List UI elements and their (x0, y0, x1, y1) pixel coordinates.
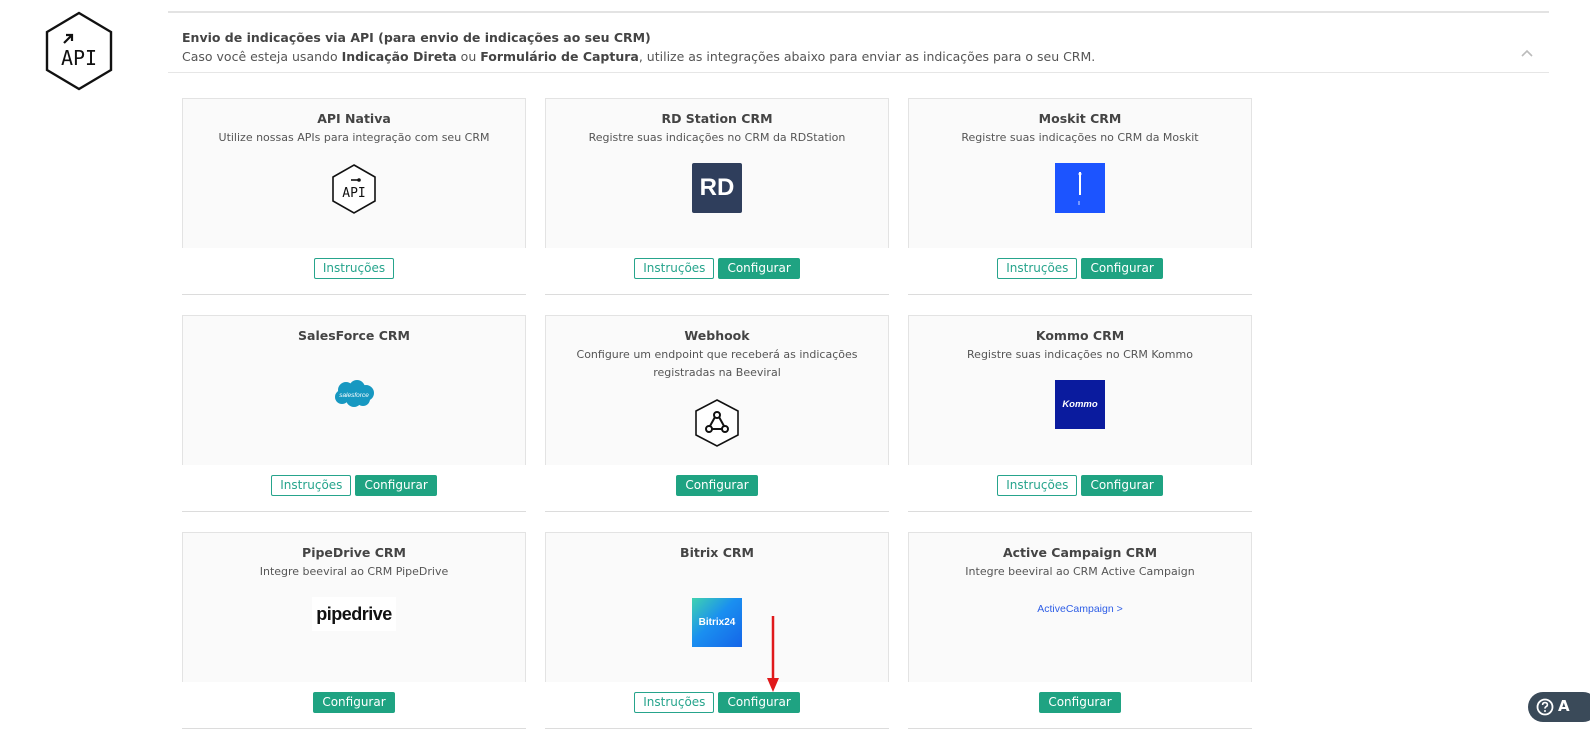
card-actions: Instruções Configurar (908, 475, 1252, 496)
card-rd-station: RD Station CRM Registre suas indicações … (545, 98, 889, 295)
webhook-logo-icon (695, 399, 739, 447)
api-icon-text: API (61, 46, 97, 70)
card-description: Registre suas indicações no CRM Kommo (967, 348, 1193, 361)
card-salesforce: SalesForce CRM salesforce Instruções Con… (182, 315, 526, 512)
card-body: Active Campaign CRM Integre beeviral ao … (908, 532, 1252, 682)
instructions-button[interactable]: Instruções (313, 258, 395, 279)
instructions-button[interactable]: Instruções (634, 258, 715, 279)
configure-button[interactable]: Configurar (313, 692, 395, 713)
configure-button[interactable]: Configurar (1081, 258, 1163, 279)
help-button[interactable]: A (1528, 692, 1590, 722)
card-title: Kommo CRM (1035, 328, 1125, 343)
configure-button[interactable]: Configurar (355, 475, 437, 496)
pipedrive-logo: pipedrive (312, 597, 396, 631)
card-body: Webhook Configure um endpoint que recebe… (545, 315, 889, 465)
rd-station-logo: RD (692, 163, 742, 213)
card-actions: Instruções Configurar (908, 258, 1252, 279)
api-logo-icon: API (332, 164, 376, 214)
card-title: API Nativa (317, 111, 391, 126)
card-bitrix: Bitrix CRM Bitrix24 Instruções Configura… (545, 532, 889, 729)
card-description: Configure um endpoint que receberá as in… (576, 348, 858, 379)
card-divider (545, 511, 889, 512)
question-circle-icon (1536, 698, 1554, 716)
desc-bold-form: Formulário de Captura (480, 49, 639, 64)
card-actions: Instruções Configurar (545, 258, 889, 279)
configure-button[interactable]: Configurar (1081, 475, 1163, 496)
card-divider (908, 511, 1252, 512)
card-divider (908, 728, 1252, 729)
card-title: Bitrix CRM (680, 545, 754, 560)
card-divider (182, 511, 526, 512)
card-body: RD Station CRM Registre suas indicações … (545, 98, 889, 248)
annotation-arrow-icon (767, 616, 779, 692)
card-kommo: Kommo CRM Registre suas indicações no CR… (908, 315, 1252, 512)
instructions-button[interactable]: Instruções (997, 475, 1078, 496)
bitrix24-logo: Bitrix24 (692, 598, 742, 647)
salesforce-logo-text: salesforce (339, 392, 369, 399)
card-active-campaign: Active Campaign CRM Integre beeviral ao … (908, 532, 1252, 729)
card-divider (182, 728, 526, 729)
card-title: Webhook (684, 328, 750, 343)
card-body: Bitrix CRM Bitrix24 (545, 532, 889, 682)
configure-button[interactable]: Configurar (1039, 692, 1121, 713)
card-divider (182, 294, 526, 295)
card-description: Utilize nossas APIs para integração com … (218, 131, 490, 144)
card-title: SalesForce CRM (298, 328, 410, 343)
card-actions: Configurar (182, 692, 526, 713)
card-webhook: Webhook Configure um endpoint que recebe… (545, 315, 889, 512)
chevron-up-icon[interactable] (1519, 47, 1535, 59)
card-actions: Configurar (908, 692, 1252, 713)
desc-suffix: , utilize as integrações abaixo para env… (638, 49, 1096, 64)
card-actions: Instruções Configurar (545, 692, 889, 713)
salesforce-logo-icon: salesforce (335, 380, 374, 407)
card-title: Active Campaign CRM (1002, 545, 1158, 560)
active-campaign-logo: ActiveCampaign > (1037, 603, 1123, 615)
desc-mid: ou (456, 49, 481, 64)
card-divider (545, 294, 889, 295)
card-body: Kommo CRM Registre suas indicações no CR… (908, 315, 1252, 465)
card-api-nativa: API Nativa Utilize nossas APIs para inte… (182, 98, 526, 295)
instructions-button[interactable]: Instruções (271, 475, 352, 496)
api-hexagon-icon: API (45, 11, 113, 91)
card-body: PipeDrive CRM Integre beeviral ao CRM Pi… (182, 532, 526, 682)
configure-button[interactable]: Configurar (718, 258, 800, 279)
instructions-button[interactable]: Instruções (634, 692, 715, 713)
card-description: Registre suas indicações no CRM da RDSta… (588, 131, 846, 144)
card-description: Registre suas indicações no CRM da Moski… (961, 131, 1199, 144)
page: API Envio de indicações via API (para en… (0, 0, 1590, 742)
section-title: Envio de indicações via API (para envio … (182, 30, 651, 45)
card-actions: Configurar (545, 475, 889, 496)
card-pipedrive: PipeDrive CRM Integre beeviral ao CRM Pi… (182, 532, 526, 729)
moskit-logo-icon (1055, 163, 1105, 213)
card-title: Moskit CRM (1038, 111, 1122, 126)
desc-prefix: Caso você esteja usando (182, 49, 342, 64)
api-section-header: Envio de indicações via API (para envio … (168, 11, 1549, 73)
card-title: RD Station CRM (661, 111, 773, 126)
card-description: Integre beeviral ao CRM Active Campaign (965, 565, 1195, 578)
card-actions: Instruções Configurar (182, 475, 526, 496)
desc-bold-direct: Indicação Direta (341, 49, 457, 64)
card-body: Moskit CRM Registre suas indicações no C… (908, 98, 1252, 248)
configure-button[interactable]: Configurar (676, 475, 758, 496)
configure-button[interactable]: Configurar (718, 692, 800, 713)
help-label: A (1558, 697, 1570, 715)
instructions-button[interactable]: Instruções (997, 258, 1078, 279)
card-description: Integre beeviral ao CRM PipeDrive (259, 565, 449, 578)
card-body: SalesForce CRM salesforce (182, 315, 526, 465)
kommo-logo: Kommo (1055, 380, 1105, 429)
api-logo-text: API (342, 186, 365, 201)
card-body: API Nativa Utilize nossas APIs para inte… (182, 98, 526, 248)
card-actions: Instruções (182, 258, 526, 279)
section-description: Caso você esteja usando Indicação Direta… (182, 49, 1095, 64)
card-title: PipeDrive CRM (302, 545, 406, 560)
card-divider (908, 294, 1252, 295)
card-moskit: Moskit CRM Registre suas indicações no C… (908, 98, 1252, 295)
card-divider (545, 728, 889, 729)
